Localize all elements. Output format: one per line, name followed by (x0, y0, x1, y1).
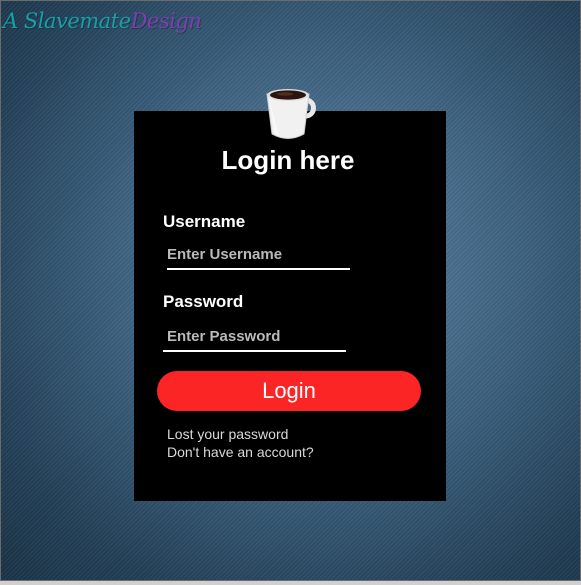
form-title: Login here (221, 145, 355, 175)
logo-text-part2: Design (130, 9, 202, 33)
signup-link[interactable]: Don't have an account? (167, 444, 314, 460)
username-label: Username (163, 212, 246, 231)
logo-text-part1: A Slavemate (3, 9, 131, 33)
brand-logo: A SlavemateDesign (3, 9, 202, 33)
password-input[interactable] (167, 326, 347, 346)
login-button[interactable]: Login (157, 371, 421, 411)
coffee-cup-icon (266, 89, 316, 139)
username-input[interactable] (167, 244, 347, 264)
login-card: Login here Username Password Login Lost … (134, 89, 446, 501)
password-label: Password (163, 292, 244, 311)
username-underline (167, 268, 350, 270)
page-background: A SlavemateDesign Login here Username Pa… (0, 0, 581, 581)
lost-password-link[interactable]: Lost your password (167, 426, 288, 442)
password-underline (163, 350, 346, 352)
